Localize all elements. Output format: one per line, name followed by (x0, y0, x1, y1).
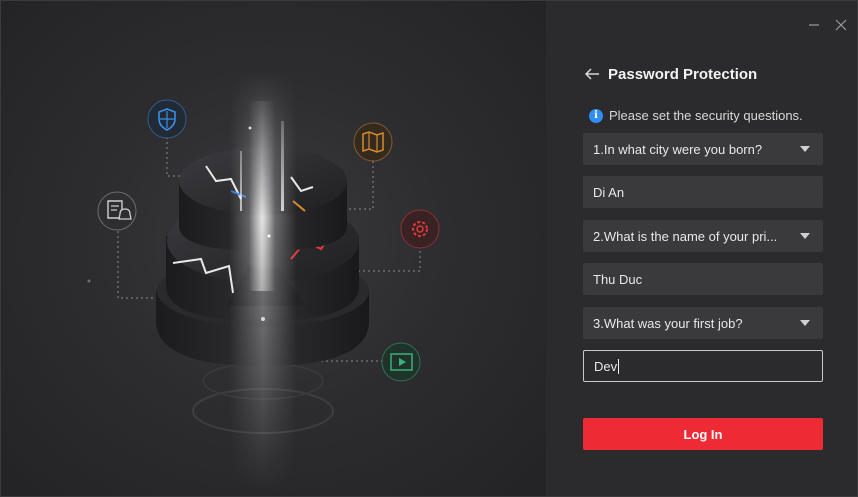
question-1-label: 1.In what city were you born? (593, 141, 763, 157)
close-button[interactable] (831, 15, 851, 35)
illustration-panel (1, 1, 546, 496)
title-row: Password Protection (582, 64, 757, 84)
hint-text: i Please set the security questions. (589, 108, 803, 123)
app-window: Password Protection i Please set the sec… (0, 0, 858, 497)
video-icon (381, 342, 421, 382)
page-title: Password Protection (608, 65, 758, 83)
question-2-label: 2.What is the name of your pri... (593, 228, 778, 244)
answer-1-value: Di An (593, 184, 625, 200)
security-illustration (87, 71, 440, 491)
document-bell-icon (97, 191, 137, 231)
arrow-left-icon (584, 68, 599, 80)
answer-2-input[interactable]: Thu Duc (583, 263, 823, 295)
back-button[interactable] (582, 64, 602, 84)
chevron-down-icon (800, 320, 810, 326)
minimize-icon (809, 24, 819, 26)
info-icon: i (589, 108, 603, 123)
password-protection-panel: Password Protection i Please set the sec… (546, 1, 857, 496)
chevron-down-icon (800, 233, 810, 239)
map-icon (353, 122, 393, 162)
chevron-down-icon (800, 146, 810, 152)
gear-icon (400, 209, 440, 249)
shield-icon (147, 99, 187, 139)
close-icon (835, 19, 847, 31)
login-button[interactable]: Log In (583, 418, 823, 450)
hint-label: Please set the security questions. (609, 108, 803, 123)
question-1-select[interactable]: 1.In what city were you born? (583, 133, 823, 165)
answer-2-value: Thu Duc (593, 271, 643, 287)
answer-1-input[interactable]: Di An (583, 176, 823, 208)
question-2-select[interactable]: 2.What is the name of your pri... (583, 220, 823, 252)
answer-3-value: Dev (594, 358, 618, 374)
minimize-button[interactable] (804, 15, 824, 35)
question-3-label: 3.What was your first job? (593, 315, 743, 331)
question-3-select[interactable]: 3.What was your first job? (583, 307, 823, 339)
text-cursor (618, 358, 620, 374)
answer-3-input[interactable]: Dev (583, 350, 823, 382)
